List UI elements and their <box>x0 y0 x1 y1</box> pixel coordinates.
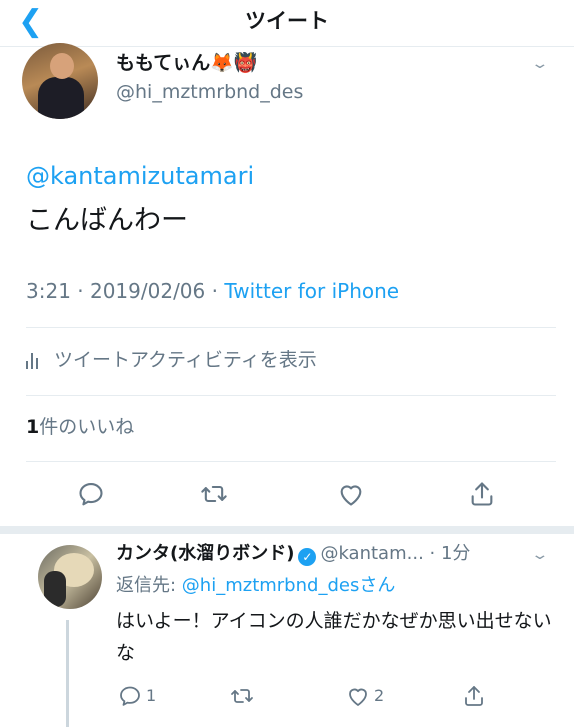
tweet-text: こんばんわー <box>26 205 188 236</box>
display-name[interactable]: ももてぃん🦊👹 <box>116 50 258 76</box>
verified-icon: ✓ <box>298 548 317 566</box>
divider <box>26 461 556 462</box>
reply-header: カンタ(水溜りボンド) ✓ @kantam... · 1分 <box>116 541 470 567</box>
tweet-meta: 3:21 · 2019/02/06 · Twitter for iPhone <box>26 277 399 305</box>
divider <box>26 327 556 328</box>
divider <box>26 395 556 396</box>
retweet-icon[interactable] <box>230 684 254 708</box>
thread-line <box>66 620 69 727</box>
likes-label: 件のいいね <box>39 416 135 438</box>
reply-suffix: さん <box>359 575 396 596</box>
reply-icon[interactable] <box>118 684 142 708</box>
likes-count: 1 <box>26 416 40 438</box>
like-icon[interactable] <box>337 480 365 508</box>
source-link[interactable]: Twitter for iPhone <box>224 279 399 303</box>
share-icon[interactable] <box>462 684 486 708</box>
like-icon[interactable] <box>346 684 370 708</box>
chevron-down-icon[interactable]: ⌄ <box>530 56 549 72</box>
avatar[interactable] <box>22 43 98 119</box>
like-count: 2 <box>374 686 385 705</box>
avatar[interactable] <box>38 545 102 609</box>
bar-chart-icon <box>26 352 40 369</box>
reply-to-link[interactable]: @hi_mztmrbnd_des <box>182 575 360 596</box>
handle-time[interactable]: @kantam... · 1分 <box>320 543 470 564</box>
mention-link[interactable]: @kantamizutamari <box>26 160 254 192</box>
display-name[interactable]: カンタ(水溜りボンド) <box>116 543 294 564</box>
tweet-activity-link[interactable]: ツイートアクティビティを表示 <box>26 346 317 374</box>
replying-to: 返信先: @hi_mztmrbnd_desさん <box>116 573 395 599</box>
likes-link[interactable]: 1件のいいね <box>26 413 134 441</box>
reply-text: はいよー！アイコンの人誰だかなぜか思い出せないな <box>116 610 552 664</box>
user-handle[interactable]: @hi_mztmrbnd_des <box>116 80 303 104</box>
reply-prefix: 返信先: <box>116 575 182 596</box>
section-separator <box>0 526 574 534</box>
share-icon[interactable] <box>468 480 496 508</box>
activity-label: ツイートアクティビティを表示 <box>54 349 317 371</box>
tweet-time: 3:21 · 2019/02/06 · <box>26 279 225 303</box>
reply-count: 1 <box>146 686 157 705</box>
retweet-icon[interactable] <box>200 480 228 508</box>
chevron-down-icon[interactable]: ⌄ <box>530 547 549 563</box>
page-title: ツイート <box>245 9 329 33</box>
reply-icon[interactable] <box>77 480 105 508</box>
